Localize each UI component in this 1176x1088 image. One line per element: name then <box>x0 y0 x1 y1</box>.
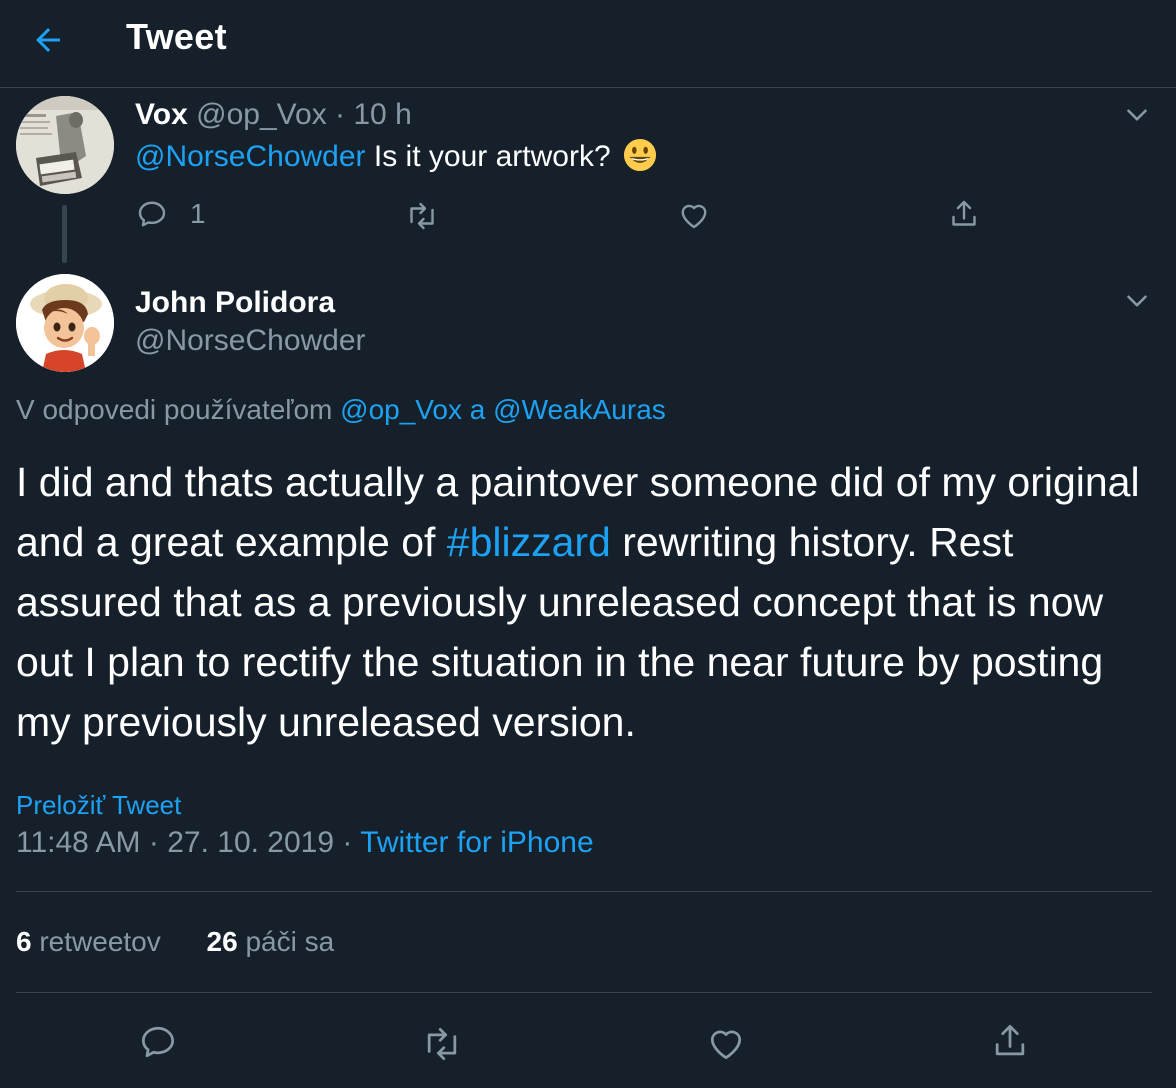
avatar-john-polidora[interactable] <box>16 274 114 372</box>
translate-tweet-link[interactable]: Preložiť Tweet <box>16 790 181 821</box>
avatar-vox[interactable] <box>16 96 114 194</box>
reply-icon <box>141 1026 175 1058</box>
thread-connector <box>62 205 67 263</box>
tweet-date[interactable]: 27. 10. 2019 <box>167 826 334 859</box>
reply-conjunction: a <box>469 394 486 425</box>
tweet-page: Tweet Vox @op_Vox · 10 h @NorseChowder I… <box>0 0 1176 1088</box>
back-button[interactable] <box>28 20 68 60</box>
header-bar: Tweet <box>0 0 1176 88</box>
parent-like-button[interactable] <box>676 197 712 233</box>
share-button[interactable] <box>988 1019 1032 1063</box>
parent-tweet-body: Is it your artwork? <box>373 140 611 173</box>
parent-author-handle[interactable]: @op_Vox <box>196 98 327 131</box>
divider <box>16 992 1152 993</box>
share-icon <box>952 200 976 226</box>
reply-button[interactable] <box>136 1020 180 1064</box>
parent-tweet-text: @NorseChowder Is it your artwork? <box>135 138 657 174</box>
retweet-icon <box>410 202 434 230</box>
hashtag-link[interactable]: #blizzard <box>447 519 611 565</box>
replying-to-line: V odpovedi používateľom @op_Vox a @WeakA… <box>16 394 666 426</box>
parent-share-button[interactable] <box>946 196 982 232</box>
reply-icon <box>138 201 166 227</box>
cartoon-boy-image <box>16 274 114 372</box>
tweet-source-link[interactable]: Twitter for iPhone <box>360 826 593 859</box>
parent-author-name[interactable]: Vox <box>135 98 188 131</box>
mention-link[interactable]: @NorseChowder <box>135 140 366 173</box>
main-author-name[interactable]: John Polidora <box>135 286 335 320</box>
reply-user-link-2[interactable]: @WeakAuras <box>493 394 666 425</box>
main-author-handle[interactable]: @NorseChowder <box>135 324 366 358</box>
chevron-down-icon <box>1127 295 1147 307</box>
divider <box>16 891 1152 892</box>
replying-to-prefix: V odpovedi používateľom <box>16 394 333 425</box>
heart-icon <box>710 1030 742 1060</box>
parent-reply-button[interactable]: 1 <box>134 196 206 232</box>
like-button[interactable] <box>704 1021 748 1065</box>
parent-tweet-time[interactable]: 10 h <box>353 98 411 131</box>
likes-count: 26 <box>206 926 238 957</box>
smiling-face-icon <box>623 138 657 172</box>
chevron-down-icon <box>1127 109 1147 121</box>
parent-retweet-button[interactable] <box>404 198 440 234</box>
parent-tweet-header: Vox @op_Vox · 10 h <box>135 98 412 132</box>
parent-tweet-more-button[interactable] <box>1120 98 1154 132</box>
tweet-time[interactable]: 11:48 AM <box>16 826 141 859</box>
retweets-label: retweetov <box>39 926 161 957</box>
main-tweet-more-button[interactable] <box>1120 284 1154 318</box>
retweets-count: 6 <box>16 926 32 957</box>
arrow-left-icon <box>36 28 60 52</box>
main-tweet-text: I did and thats actually a paintover som… <box>16 452 1166 752</box>
likes-label: páči sa <box>245 926 335 957</box>
heart-icon <box>681 204 707 229</box>
page-title: Tweet <box>126 16 227 57</box>
tweet-metadata: 11:48 AM · 27. 10. 2019 · Twitter for iP… <box>16 826 594 860</box>
reply-user-link-1[interactable]: @op_Vox <box>340 394 462 425</box>
share-icon <box>995 1024 1025 1056</box>
retweet-button[interactable] <box>420 1022 464 1066</box>
vintage-poster-image <box>16 96 114 194</box>
engagement-stats: 6 retweetov 26 páči sa <box>16 926 334 958</box>
retweet-icon <box>427 1027 457 1061</box>
dot-separator: · <box>335 98 346 131</box>
dot-separator: · <box>148 826 159 859</box>
dot-separator: · <box>342 826 353 859</box>
reply-count: 1 <box>190 198 206 229</box>
retweets-stat[interactable]: 6 retweetov <box>16 926 161 958</box>
likes-stat[interactable]: 26 páči sa <box>207 926 335 958</box>
